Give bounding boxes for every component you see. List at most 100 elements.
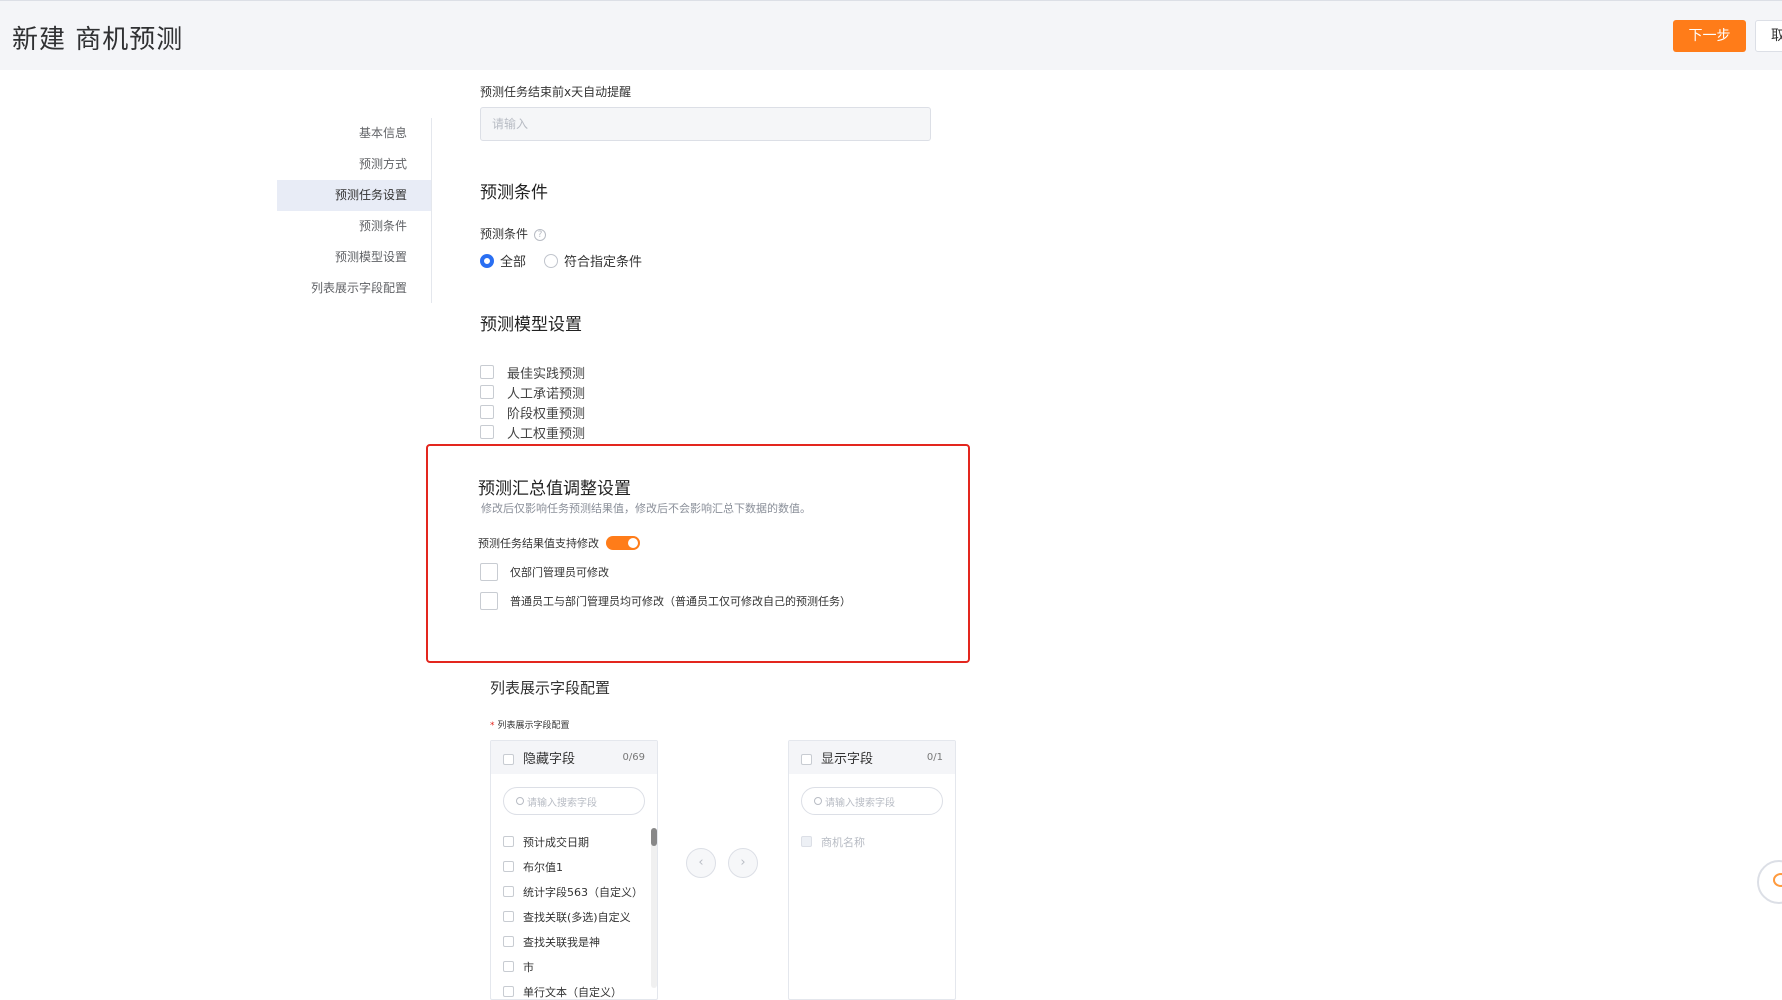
search-placeholder: 请输入搜索字段 (527, 797, 597, 809)
search-icon (516, 797, 524, 805)
toggle-knob (628, 538, 638, 548)
shown-panel-header: 显示字段 0/1 (789, 741, 955, 774)
hidden-fields-search-input[interactable]: 请输入搜索字段 (503, 787, 645, 815)
list-item-label: 单行文本（自定义） (523, 985, 622, 999)
shown-fields-list: 商机名称 (789, 829, 955, 854)
checkbox[interactable] (503, 986, 514, 997)
chat-bubble-icon (1773, 873, 1782, 887)
reminder-label: 预测任务结束前x天自动提醒 (480, 85, 632, 99)
permission-option-all-users[interactable]: 普通员工与部门管理员均可修改（普通员工仅可修改自己的预测任务） (480, 592, 851, 610)
top-bar: 新建 商机预测 下一步 取消 (0, 0, 1782, 70)
list-item-label: 布尔值1 (523, 860, 563, 874)
move-left-button[interactable]: ‹ (686, 848, 716, 878)
model-option-label: 人工权重预测 (507, 426, 586, 442)
summary-adjust-title: 预测汇总值调整设置 (478, 479, 631, 499)
hidden-list-scrollbar-thumb[interactable] (651, 828, 657, 846)
radio-label-all: 全部 (500, 255, 527, 270)
anchor-item-conditions[interactable]: 预测条件 (277, 211, 432, 242)
search-icon (814, 797, 822, 805)
radio-option-specified[interactable]: 符合指定条件 (544, 251, 642, 270)
anchor-item-task-settings[interactable]: 预测任务设置 (277, 180, 432, 211)
search-placeholder: 请输入搜索字段 (825, 797, 895, 809)
list-config-field-label: * 列表展示字段配置 (490, 718, 570, 731)
checkbox[interactable] (503, 961, 514, 972)
model-option[interactable]: 阶段权重预测 (480, 402, 585, 422)
permission-label: 仅部门管理员可修改 (510, 566, 609, 579)
checkbox[interactable] (480, 425, 494, 439)
conditions-section-title: 预测条件 (480, 183, 548, 203)
checkbox[interactable] (480, 365, 494, 379)
radio-option-all[interactable]: 全部 (480, 251, 526, 270)
permission-label: 普通员工与部门管理员均可修改（普通员工仅可修改自己的预测任务） (510, 595, 851, 608)
hidden-panel-header: 隐藏字段 0/69 (491, 741, 657, 774)
anchor-item-forecast-method[interactable]: 预测方式 (277, 149, 432, 180)
list-item[interactable]: 市 (503, 954, 657, 979)
anchor-nav: 基本信息 预测方式 预测任务设置 预测条件 预测模型设置 列表展示字段配置 (277, 118, 432, 304)
help-icon[interactable]: ? (534, 228, 547, 241)
hidden-fields-list: 预计成交日期 布尔值1 统计字段563（自定义） 查找关联(多选)自定义 查找关… (491, 829, 657, 999)
next-step-button[interactable]: 下一步 (1673, 20, 1746, 52)
radio-unchecked-icon[interactable] (544, 253, 559, 268)
page-title: 新建 商机预测 (12, 25, 184, 55)
list-item-label: 市 (523, 960, 534, 974)
list-config-title: 列表展示字段配置 (490, 679, 611, 697)
checkbox[interactable] (503, 836, 514, 847)
list-item: 商机名称 (801, 829, 955, 854)
list-item[interactable]: 查找关联(多选)自定义 (503, 904, 657, 929)
shown-fields-search-input[interactable]: 请输入搜索字段 (801, 787, 943, 815)
list-item-label: 预计成交日期 (523, 835, 589, 849)
list-item[interactable]: 查找关联我是神 (503, 929, 657, 954)
checkbox[interactable] (480, 385, 494, 399)
move-right-button[interactable]: › (728, 848, 758, 878)
checkbox[interactable] (503, 861, 514, 872)
select-all-checkbox[interactable] (503, 754, 514, 765)
radio-label-specified: 符合指定条件 (564, 255, 643, 270)
list-item[interactable]: 预计成交日期 (503, 829, 657, 854)
hidden-fields-panel: 隐藏字段 0/69 请输入搜索字段 预计成交日期 布尔值1 统计字段563（自定… (490, 740, 658, 1000)
conditions-radio-group: 全部 符合指定条件 (480, 251, 660, 270)
edit-toggle-row: 预测任务结果值支持修改 (478, 535, 640, 551)
cancel-button[interactable]: 取消 (1755, 20, 1782, 52)
floating-chat-button[interactable] (1757, 860, 1782, 904)
shown-panel-count: 0/1 (926, 752, 943, 763)
model-option-label: 人工承诺预测 (507, 386, 586, 402)
anchor-item-list-fields[interactable]: 列表展示字段配置 (277, 273, 432, 304)
reminder-days-input[interactable]: 请输入 (480, 107, 931, 141)
model-option-label: 最佳实践预测 (507, 366, 586, 382)
radio-checked-icon[interactable] (480, 253, 494, 268)
list-item-label: 查找关联(多选)自定义 (523, 910, 631, 924)
required-asterisk: * (490, 721, 495, 731)
anchor-item-basic-info[interactable]: 基本信息 (277, 118, 432, 149)
checkbox (801, 836, 812, 847)
checkbox[interactable] (503, 886, 514, 897)
chevron-left-icon: ‹ (698, 855, 704, 870)
shown-panel-title: 显示字段 (821, 752, 874, 767)
checkbox[interactable] (480, 405, 494, 419)
result-edit-toggle[interactable] (606, 536, 640, 550)
shown-fields-panel: 显示字段 0/1 请输入搜索字段 商机名称 (788, 740, 956, 1000)
list-config-label-text: 列表展示字段配置 (497, 721, 570, 731)
model-option[interactable]: 人工权重预测 (480, 422, 585, 442)
conditions-label-text: 预测条件 (480, 227, 529, 241)
anchor-item-model-settings[interactable]: 预测模型设置 (277, 242, 432, 273)
anchor-divider (431, 118, 432, 303)
model-option[interactable]: 最佳实践预测 (480, 362, 585, 382)
hidden-panel-count: 0/69 (622, 752, 645, 763)
list-item-label: 统计字段563（自定义） (523, 885, 643, 899)
toggle-label: 预测任务结果值支持修改 (478, 537, 599, 550)
checkbox[interactable] (480, 563, 498, 581)
checkbox[interactable] (503, 936, 514, 947)
select-all-checkbox[interactable] (801, 754, 812, 765)
summary-adjust-description: 修改后仅影响任务预测结果值，修改后不会影响汇总下数据的数值。 (481, 502, 811, 515)
model-option[interactable]: 人工承诺预测 (480, 382, 585, 402)
list-item-label: 商机名称 (821, 835, 865, 849)
list-item[interactable]: 单行文本（自定义） (503, 979, 657, 999)
checkbox[interactable] (480, 592, 498, 610)
hidden-panel-title: 隐藏字段 (523, 752, 576, 767)
list-item[interactable]: 统计字段563（自定义） (503, 879, 657, 904)
list-item[interactable]: 布尔值1 (503, 854, 657, 879)
hidden-list-scrollbar-track[interactable] (651, 828, 657, 988)
permission-option-admin-only[interactable]: 仅部门管理员可修改 (480, 563, 609, 581)
checkbox[interactable] (503, 911, 514, 922)
list-item-label: 查找关联我是神 (523, 935, 600, 949)
